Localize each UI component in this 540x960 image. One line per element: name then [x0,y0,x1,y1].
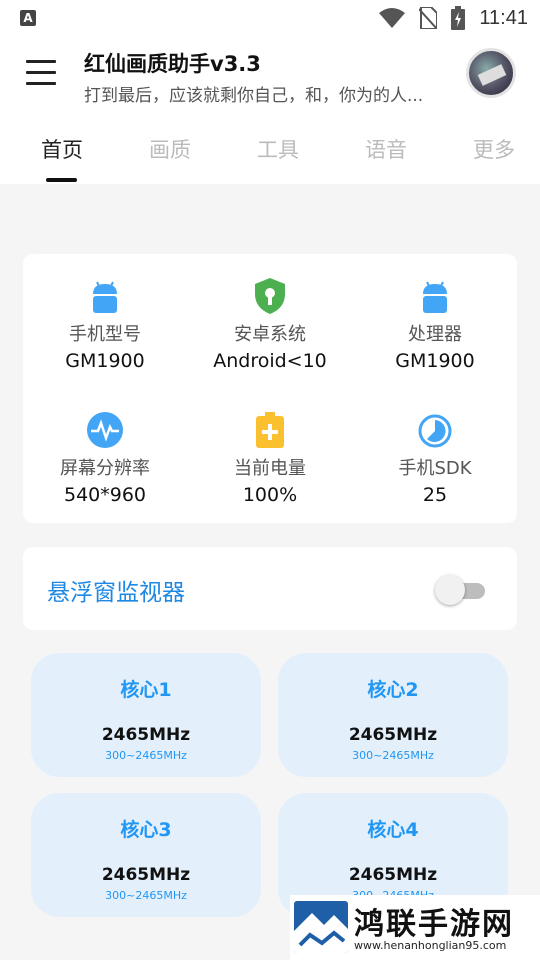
info-processor: 处理器 GM1900 [353,276,517,372]
core-range: 300~2465MHz [105,889,187,902]
info-label: 安卓系统 [234,324,306,345]
info-battery: 当前电量 100% [188,410,352,506]
floating-monitor-label: 悬浮窗监视器 [47,580,185,606]
info-value: 25 [422,484,448,506]
app-header: 红仙画质助手v3.3 打到最后，应该就剩你自己，和，你为的人... [0,36,540,118]
android-icon [423,281,447,313]
core-frequency: 2465MHz [348,865,438,885]
info-value: 100% [242,484,298,506]
info-value: Android<10 [213,350,327,372]
menu-icon[interactable] [26,60,56,88]
wifi-icon [379,8,406,28]
app-title: 红仙画质助手v3.3 [84,52,261,76]
tab-more[interactable]: 更多 [473,134,515,164]
tab-indicator [46,178,77,182]
info-label: 屏幕分辨率 [60,458,150,479]
app-subtitle: 打到最后，应该就剩你自己，和，你为的人... [84,86,424,106]
pie-clock-icon [418,414,452,448]
info-value: 540*960 [63,484,147,506]
device-info-card: 手机型号 GM1900 安卓系统 Android<10 处理器 GM1900 屏… [23,254,517,523]
tab-quality[interactable]: 画质 [149,134,191,164]
shield-key-icon [255,278,285,314]
core-card: 核心2 2465MHz 300~2465MHz [278,653,508,777]
tab-tools[interactable]: 工具 [257,134,299,164]
tab-bar: 首页 画质 工具 语音 更多 [0,118,540,184]
watermark-url: www.henanhonglian95.com [354,939,507,952]
core-name: 核心1 [120,679,172,701]
info-sdk: 手机SDK 25 [353,410,517,506]
info-value: GM1900 [395,350,475,372]
battery-charging-icon [451,6,466,30]
core-name: 核心4 [367,819,419,841]
core-name: 核心2 [367,679,419,701]
core-frequency: 2465MHz [348,725,438,745]
info-label: 手机SDK [398,458,472,479]
info-label: 当前电量 [234,458,306,479]
core-range: 300~2465MHz [105,749,187,762]
watermark-logo-icon [294,901,348,953]
status-bar: A 11:41 [0,0,540,36]
no-sim-icon [419,7,438,29]
pulse-icon [87,412,123,448]
core-card: 核心3 2465MHz 300~2465MHz [31,793,261,917]
info-phone-model: 手机型号 GM1900 [23,276,187,372]
core-frequency: 2465MHz [101,725,191,745]
floating-monitor-card: 悬浮窗监视器 [23,547,517,630]
app-notification-icon: A [20,10,36,26]
avatar[interactable] [466,48,516,98]
info-android-version: 安卓系统 Android<10 [188,276,352,372]
info-label: 手机型号 [69,324,141,345]
tab-voice[interactable]: 语音 [365,134,407,164]
core-card: 核心1 2465MHz 300~2465MHz [31,653,261,777]
watermark-title: 鸿联手游网 [354,907,514,942]
clock: 11:41 [479,6,528,29]
info-label: 处理器 [408,324,462,345]
watermark: 鸿联手游网 www.henanhonglian95.com [290,895,540,960]
info-value: GM1900 [65,350,145,372]
tab-home[interactable]: 首页 [41,134,83,164]
battery-icon [256,412,284,448]
floating-monitor-toggle[interactable] [435,575,487,605]
core-range: 300~2465MHz [352,749,434,762]
info-resolution: 屏幕分辨率 540*960 [23,410,187,506]
android-icon [93,281,117,313]
toggle-thumb [435,575,465,605]
core-frequency: 2465MHz [101,865,191,885]
core-name: 核心3 [120,819,172,841]
